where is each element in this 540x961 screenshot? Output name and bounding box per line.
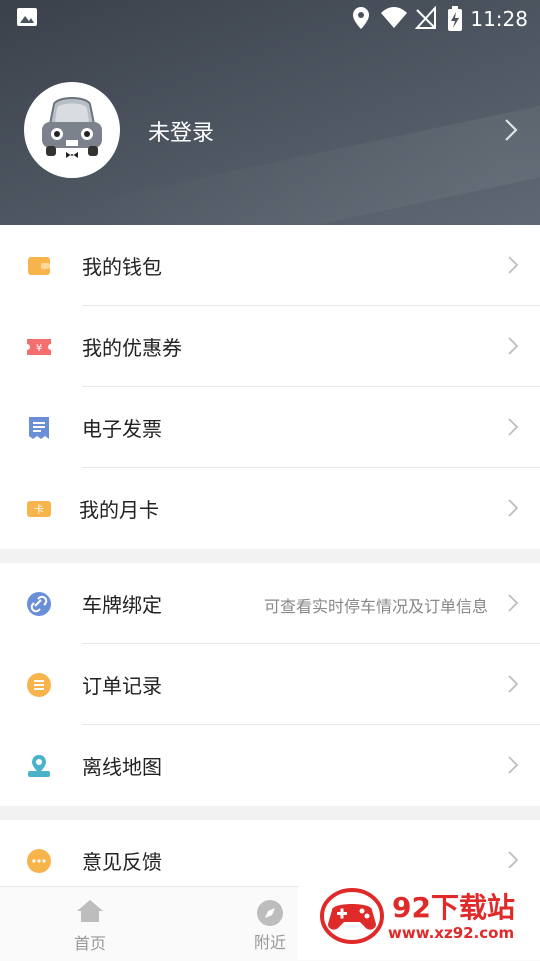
- watermark: 92下载站 www.xz92.com: [298, 868, 540, 960]
- chevron-right-icon: [508, 756, 519, 778]
- chevron-right-icon: [508, 594, 519, 616]
- profile-header: 11:28 未登录: [0, 0, 540, 225]
- monthly-card-icon: 卡: [26, 496, 52, 522]
- svg-text:卡: 卡: [34, 503, 44, 516]
- tab-label: 首页: [73, 934, 106, 953]
- watermark-url: www.xz92.com: [388, 924, 515, 942]
- section-gap: [0, 549, 540, 563]
- no-signal-icon: [414, 5, 437, 34]
- invoice-icon: [26, 415, 52, 441]
- avatar[interactable]: [24, 82, 120, 178]
- svg-text:¥: ¥: [36, 343, 42, 354]
- menu-item-order-history[interactable]: 订单记录: [0, 644, 540, 725]
- plate-binding-hint: 可查看实时停车情况及订单信息: [263, 597, 488, 616]
- menu-item-label: 车牌绑定: [82, 593, 162, 617]
- menu-item-plate-binding[interactable]: 车牌绑定 可查看实时停车情况及订单信息: [0, 563, 540, 644]
- menu-item-label: 离线地图: [82, 755, 162, 779]
- home-icon: [76, 900, 104, 927]
- watermark-title: 92下载站: [392, 891, 515, 924]
- menu-item-offline-map[interactable]: 离线地图: [0, 725, 540, 806]
- chevron-right-icon: [508, 499, 519, 521]
- chevron-right-icon: [508, 418, 519, 440]
- link-icon: [26, 591, 52, 617]
- menu-item-label: 订单记录: [82, 674, 162, 698]
- order-list-icon: [26, 672, 52, 698]
- menu-item-label: 我的钱包: [82, 255, 162, 279]
- login-label[interactable]: 未登录: [148, 115, 214, 147]
- menu-item-label: 电子发票: [82, 417, 162, 441]
- car-mascot-icon: [42, 97, 102, 158]
- wallet-icon: [26, 253, 52, 279]
- chevron-right-icon: [508, 337, 519, 359]
- menu-item-label: 我的优惠券: [82, 336, 182, 360]
- chevron-right-icon: [508, 256, 519, 278]
- image-notification-icon: [16, 6, 38, 32]
- feedback-icon: [26, 848, 52, 874]
- menu-item-label: 意见反馈: [82, 850, 162, 874]
- battery-charging-icon: [447, 6, 463, 36]
- chevron-right-icon: [508, 675, 519, 697]
- clock: 11:28: [470, 7, 528, 31]
- coupon-icon: ¥: [26, 334, 52, 360]
- location-icon: [352, 6, 370, 34]
- gamepad-logo-icon: [320, 888, 384, 944]
- tab-home[interactable]: 首页: [50, 899, 130, 954]
- menu-item-label: 我的月卡: [79, 498, 159, 522]
- status-bar: 11:28: [0, 0, 540, 36]
- menu-item-invoice[interactable]: 电子发票: [0, 387, 540, 468]
- chevron-right-icon[interactable]: [504, 118, 518, 146]
- wifi-icon: [380, 6, 408, 34]
- menu-item-monthly-card[interactable]: 卡 我的月卡: [0, 468, 540, 549]
- map-pin-icon: [26, 753, 52, 779]
- menu-item-wallet[interactable]: 我的钱包: [0, 225, 540, 306]
- section-gap: [0, 806, 540, 820]
- menu-item-coupon[interactable]: ¥ 我的优惠券: [0, 306, 540, 387]
